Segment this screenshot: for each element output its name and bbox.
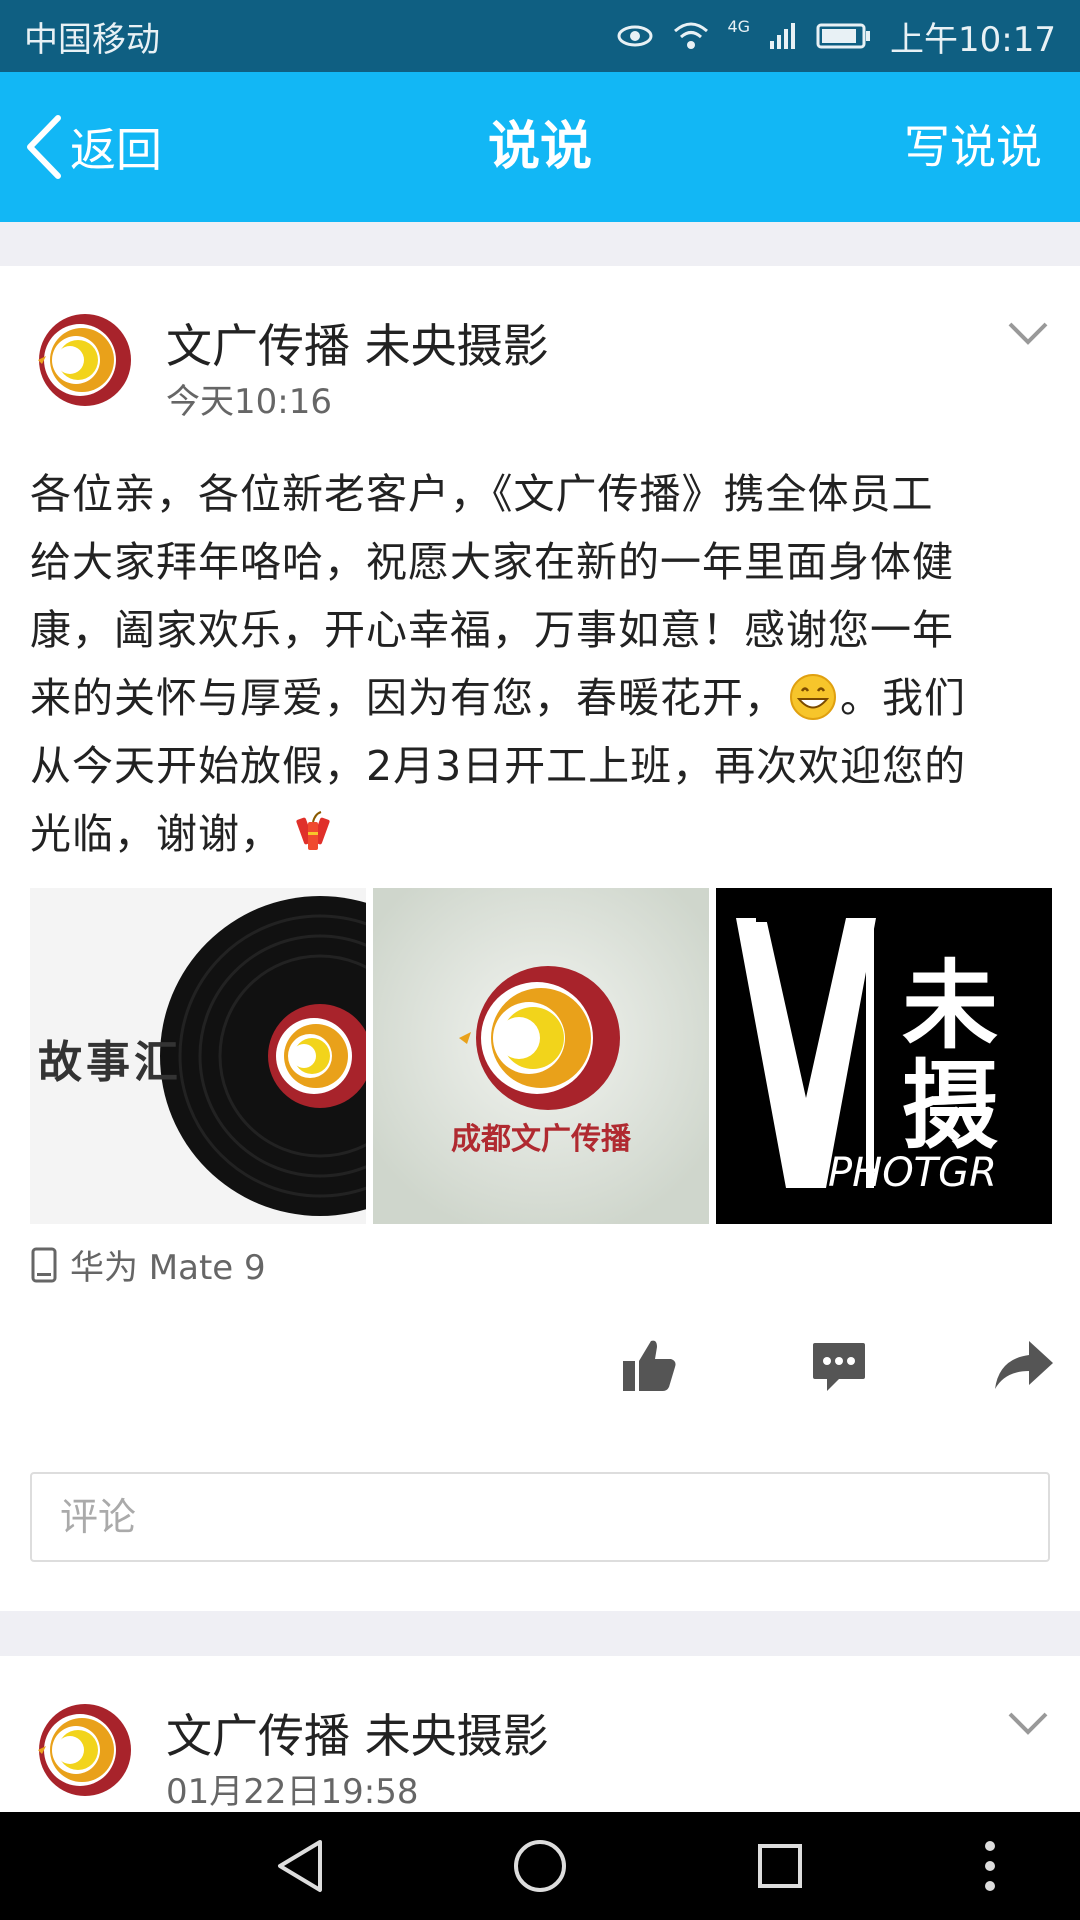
chevron-down-icon[interactable] (1006, 1702, 1050, 1746)
photo-thumbnail[interactable]: 成都文广传播 (373, 888, 709, 1224)
post-time: 今天10:16 (166, 382, 332, 422)
chevron-down-icon[interactable] (1006, 312, 1050, 356)
navigation-bar (0, 1812, 1080, 1920)
network-type: 4G (727, 16, 751, 36)
post-author[interactable]: 文广传播 未央摄影 (166, 1700, 549, 1766)
device-label: 华为 Mate 9 (70, 1248, 266, 1288)
section-gap (0, 1611, 1080, 1656)
phone-icon (31, 1247, 57, 1282)
carrier-label: 中国移动 (24, 19, 160, 60)
title-bar: 返回 说说 写说说 (0, 72, 1080, 222)
firecracker-emoji-icon (296, 811, 330, 850)
grin-emoji-icon (790, 674, 836, 720)
like-button[interactable] (614, 1330, 684, 1400)
comment-icon (813, 1343, 865, 1391)
status-bar: 中国移动 4G 上午10:17 (0, 0, 1080, 72)
avatar[interactable] (30, 310, 140, 420)
content-line: 康，阖家欢乐，开心幸福，万事如意！感谢您一年 (30, 606, 954, 654)
section-gap (0, 222, 1080, 266)
photo-caption: 故事汇 (38, 1037, 182, 1088)
home-circle-icon[interactable] (508, 1834, 572, 1898)
logo-image (373, 888, 709, 1224)
content-line: 各位亲，各位新老客户，《文广传播》携全体员工 (30, 470, 934, 518)
photo-thumbnail[interactable]: 故事汇 (30, 888, 366, 1224)
content-segment: 来的关怀与厚爱，因为有您，春暖花开， (30, 674, 786, 722)
back-triangle-icon[interactable] (268, 1834, 332, 1898)
device-info: 华为 Mate 9 (30, 1240, 266, 1289)
eye-icon (617, 25, 653, 47)
more-options-icon[interactable] (958, 1834, 1022, 1898)
content-line: 来的关怀与厚爱，因为有您，春暖花开， 。我们 (30, 664, 1050, 732)
signal-icon (770, 23, 796, 49)
write-post-button[interactable]: 写说说 (904, 112, 1042, 182)
post-time: 01月22日19:58 (166, 1772, 419, 1812)
comment-input[interactable]: 评论 (30, 1472, 1050, 1562)
share-arrow-icon (995, 1341, 1053, 1389)
logo-icon (38, 314, 131, 406)
share-button[interactable] (988, 1330, 1058, 1400)
post-content: 各位亲，各位新老客户，《文广传播》携全体员工 给大家拜年咯哈，祝愿大家在新的一年… (30, 460, 1050, 868)
status-icons: 4G 上午10:17 (615, 12, 1056, 61)
battery-icon (816, 23, 871, 49)
comment-button[interactable] (804, 1330, 874, 1400)
content-line: 光临，谢谢， (30, 800, 1050, 868)
photo-thumbnail[interactable]: 未 摄 PHOTGR (716, 888, 1052, 1224)
recents-square-icon[interactable] (748, 1834, 812, 1898)
clock: 上午10:17 (890, 19, 1056, 60)
content-segment: 。我们 (840, 674, 966, 722)
photo-caption: PHOTGR (828, 1150, 997, 1196)
post-actions (0, 1330, 1080, 1410)
photo-grid: 故事汇 成都文广传播 未 摄 PHOTGR (30, 888, 1052, 1224)
post-author[interactable]: 文广传播 未央摄影 (166, 310, 549, 376)
wifi-icon (674, 22, 709, 49)
photo-caption: 成都文广传播 (451, 1122, 631, 1157)
thumbs-up-icon (623, 1340, 676, 1391)
photo-caption: 摄 (902, 1050, 998, 1162)
content-line: 给大家拜年咯哈，祝愿大家在新的一年里面身体健 (30, 538, 954, 586)
content-segment: 光临，谢谢， (30, 810, 282, 858)
logo-icon (38, 1704, 131, 1796)
avatar[interactable] (30, 1700, 140, 1810)
content-line: 从今天开始放假，2月3日开工上班，再次欢迎您的 (30, 742, 967, 790)
